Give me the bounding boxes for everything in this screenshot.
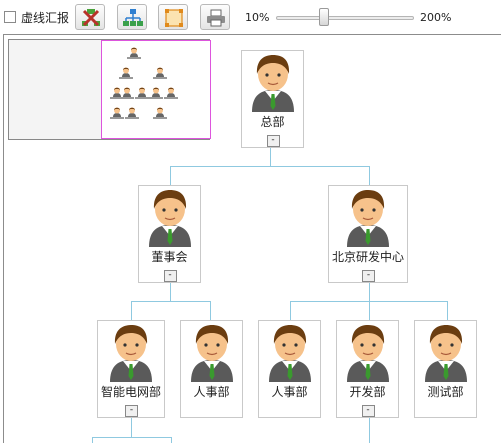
minimap-node-label xyxy=(153,77,167,79)
minimap-node-label xyxy=(127,57,141,59)
layout-reset-button[interactable] xyxy=(75,4,105,30)
minimap[interactable] xyxy=(8,39,211,140)
tree-cross-icon xyxy=(82,9,100,27)
minimap-node-label xyxy=(164,97,178,99)
minimap-node xyxy=(138,86,146,97)
org-node-root[interactable]: 总部 - xyxy=(241,50,304,148)
dashed-report-label: 虚线汇报 xyxy=(21,11,70,25)
node-label: 董事会 xyxy=(151,250,188,264)
minimap-node-label xyxy=(125,117,139,119)
minimap-node xyxy=(123,86,131,97)
minimap-node-label xyxy=(110,117,124,119)
person-avatar-icon xyxy=(248,54,298,112)
fit-view-button[interactable] xyxy=(158,4,188,30)
org-node-board[interactable]: 董事会 - xyxy=(138,185,201,283)
org-node-dev[interactable]: 开发部 - xyxy=(336,320,399,418)
toolbar: 虚线汇报 10% 200% xyxy=(0,0,501,34)
printer-icon xyxy=(207,9,225,27)
minimap-node xyxy=(113,86,121,97)
collapse-toggle[interactable]: - xyxy=(163,270,177,282)
person-avatar-icon xyxy=(145,189,195,247)
zoom-slider-track[interactable] xyxy=(276,16,414,20)
collapse-toggle[interactable]: - xyxy=(125,405,138,417)
hierarchy-icon xyxy=(123,9,143,26)
minimap-node xyxy=(167,86,175,97)
collapse-toggle[interactable]: - xyxy=(361,405,375,417)
minimap-node-label xyxy=(135,97,149,99)
zoom-max-label: 200% xyxy=(420,11,452,24)
org-node-smart-grid[interactable]: 智能电网部 - xyxy=(97,320,165,418)
org-tree-button[interactable] xyxy=(117,4,147,30)
person-avatar-icon xyxy=(421,324,471,382)
person-avatar-icon xyxy=(187,324,237,382)
node-label: 人事部 xyxy=(193,385,230,399)
node-label: 北京研发中心 xyxy=(331,250,404,264)
org-node-beijing-rnd[interactable]: 北京研发中心 - xyxy=(328,185,408,283)
minimap-node xyxy=(152,86,160,97)
node-label: 总部 xyxy=(260,115,285,129)
person-avatar-icon xyxy=(106,324,156,382)
person-avatar-icon xyxy=(343,324,393,382)
minimap-node xyxy=(113,106,121,117)
minimap-node xyxy=(156,66,164,77)
minimap-node-label xyxy=(149,97,163,99)
minimap-node xyxy=(122,66,130,77)
person-avatar-icon xyxy=(265,324,315,382)
collapse-toggle[interactable]: - xyxy=(266,135,280,147)
minimap-node xyxy=(128,106,136,117)
org-node-hr-b[interactable]: 人事部 xyxy=(258,320,321,418)
minimap-node-label xyxy=(119,77,133,79)
node-label: 人事部 xyxy=(271,385,308,399)
zoom-min-label: 10% xyxy=(245,11,270,24)
org-node-test[interactable]: 测试部 xyxy=(414,320,477,418)
org-chart-canvas[interactable]: 总部 - 董事会 - 北京研发中心 - 智能电网部 - 人事部 人事部 开发部 … xyxy=(3,34,501,443)
print-button[interactable] xyxy=(200,4,230,30)
fit-frame-icon xyxy=(165,9,183,27)
minimap-node-label xyxy=(120,97,134,99)
collapse-toggle[interactable]: - xyxy=(362,270,375,282)
node-label: 智能电网部 xyxy=(100,385,161,399)
minimap-node-label xyxy=(153,117,167,119)
node-label: 测试部 xyxy=(427,385,464,399)
dashed-report-checkbox[interactable] xyxy=(4,11,16,23)
zoom-slider-thumb[interactable] xyxy=(319,8,330,26)
minimap-node xyxy=(156,106,164,117)
minimap-node xyxy=(130,46,138,57)
person-avatar-icon xyxy=(343,189,393,247)
node-label: 开发部 xyxy=(349,385,386,399)
org-node-hr-a[interactable]: 人事部 xyxy=(180,320,243,418)
